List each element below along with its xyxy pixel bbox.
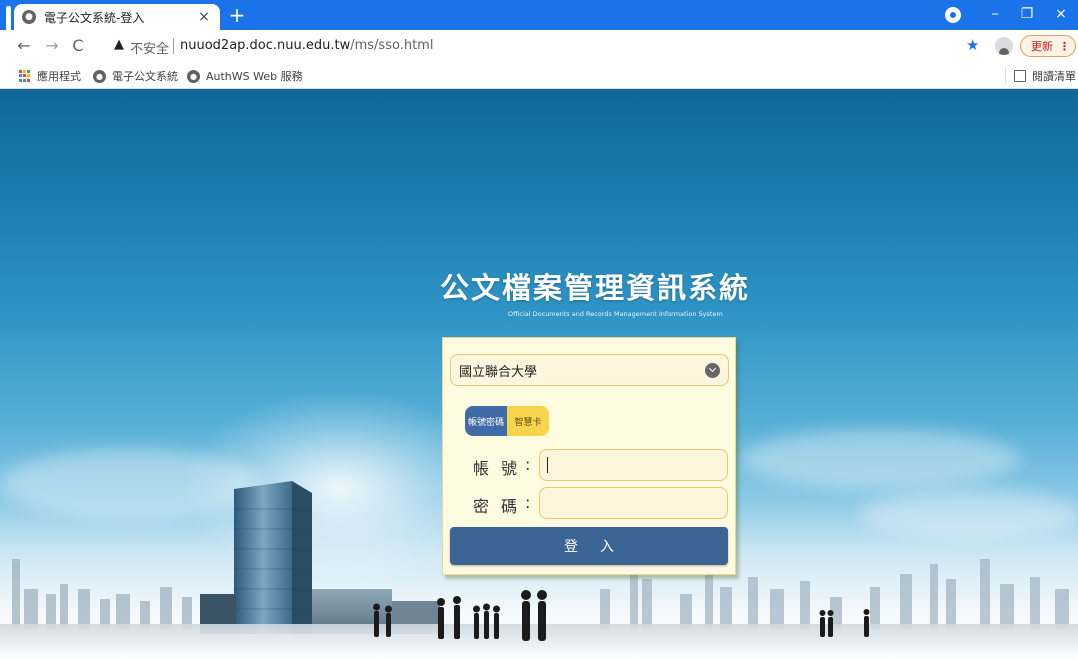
- tab-smart-card[interactable]: 智慧卡: [507, 406, 549, 436]
- address-bar[interactable]: ▲ 不安全 nuuod2ap.doc.nuu.edu.tw/ms/sso.htm…: [98, 34, 958, 58]
- password-label: 密碼: [473, 497, 530, 516]
- login-panel: 國立聯合大學 帳號密碼 智慧卡 帳號 : 密碼 : 登入: [442, 337, 736, 575]
- bookmark-label: 電子公文系統: [112, 70, 178, 83]
- system-title: 公文檔案管理資訊系統: [440, 271, 751, 305]
- warning-icon[interactable]: ▲: [114, 37, 124, 52]
- tab-title: 電子公文系統-登入: [44, 10, 145, 25]
- page-background: 公文檔案管理資訊系統 Official Documents and Record…: [0, 89, 1078, 659]
- login-method-tabs: 帳號密碼 智慧卡: [465, 406, 549, 436]
- minimize-button[interactable]: –: [980, 2, 1010, 26]
- account-label: 帳號: [473, 459, 530, 478]
- back-arrow-icon[interactable]: ←: [14, 36, 34, 56]
- organization-selected-value: 國立聯合大學: [459, 364, 538, 380]
- restore-button[interactable]: ❐: [1012, 2, 1042, 26]
- bookmark-edoc[interactable]: ● 電子公文系統: [93, 68, 178, 84]
- update-button[interactable]: 更新 ⋮: [1020, 35, 1076, 57]
- reading-list-icon: [1014, 70, 1026, 82]
- forward-arrow-icon[interactable]: →: [42, 36, 62, 56]
- login-button[interactable]: 登入: [450, 527, 728, 565]
- close-window-button[interactable]: ×: [1046, 2, 1076, 26]
- tab-close-icon[interactable]: ×: [196, 9, 212, 25]
- chevron-down-icon: [705, 362, 720, 378]
- update-label: 更新: [1031, 40, 1053, 53]
- reading-list-button[interactable]: 閱讀清單: [1014, 68, 1076, 84]
- password-input[interactable]: [539, 487, 728, 519]
- text-caret: [547, 457, 548, 473]
- bookmarks-bar: 應用程式 ● 電子公文系統 ● AuthWS Web 服務 閱讀清單: [0, 62, 1078, 89]
- url-path: /ms/sso.html: [350, 38, 434, 53]
- tab-search-icon[interactable]: [945, 7, 961, 23]
- menu-kebab-icon: ⋮: [1059, 39, 1070, 53]
- globe-icon: ●: [93, 69, 106, 83]
- bookmark-authws[interactable]: ● AuthWS Web 服務: [187, 68, 303, 84]
- url-text[interactable]: nuuod2ap.doc.nuu.edu.tw/ms/sso.html: [180, 38, 433, 53]
- reload-icon[interactable]: C: [68, 36, 88, 56]
- browser-toolbar: ← → C ▲ 不安全 nuuod2ap.doc.nuu.edu.tw/ms/s…: [0, 30, 1078, 62]
- account-input[interactable]: [539, 449, 728, 481]
- password-row: 密碼 :: [443, 487, 737, 519]
- omnibox-divider: [173, 38, 174, 54]
- account-colon: :: [525, 455, 531, 474]
- globe-icon: ●: [187, 69, 200, 83]
- apps-grid-icon: [19, 70, 31, 82]
- bookmarks-divider: [1005, 67, 1006, 83]
- password-colon: :: [525, 493, 531, 512]
- browser-tab-strip: ● 電子公文系統-登入 × + – ❐ ×: [0, 0, 1078, 30]
- tab-account-password[interactable]: 帳號密碼: [465, 406, 507, 436]
- system-subtitle: Official Documents and Records Managemen…: [508, 310, 723, 318]
- globe-icon: ●: [22, 10, 36, 24]
- profile-avatar-icon[interactable]: [995, 37, 1013, 55]
- url-host: nuuod2ap.doc.nuu.edu.tw: [180, 38, 351, 53]
- tab-strip-accent: [6, 6, 11, 30]
- bookmark-label: 應用程式: [37, 70, 81, 83]
- security-status[interactable]: 不安全: [130, 38, 169, 57]
- reading-list-label: 閱讀清單: [1032, 70, 1076, 83]
- new-tab-button[interactable]: +: [226, 5, 248, 27]
- account-row: 帳號 :: [443, 449, 737, 481]
- organization-select[interactable]: 國立聯合大學: [450, 354, 729, 386]
- bookmark-apps[interactable]: 應用程式: [19, 68, 81, 84]
- bookmark-label: AuthWS Web 服務: [206, 70, 303, 83]
- browser-tab-active[interactable]: ● 電子公文系統-登入 ×: [14, 4, 220, 30]
- bookmark-star-icon[interactable]: ★: [966, 36, 979, 54]
